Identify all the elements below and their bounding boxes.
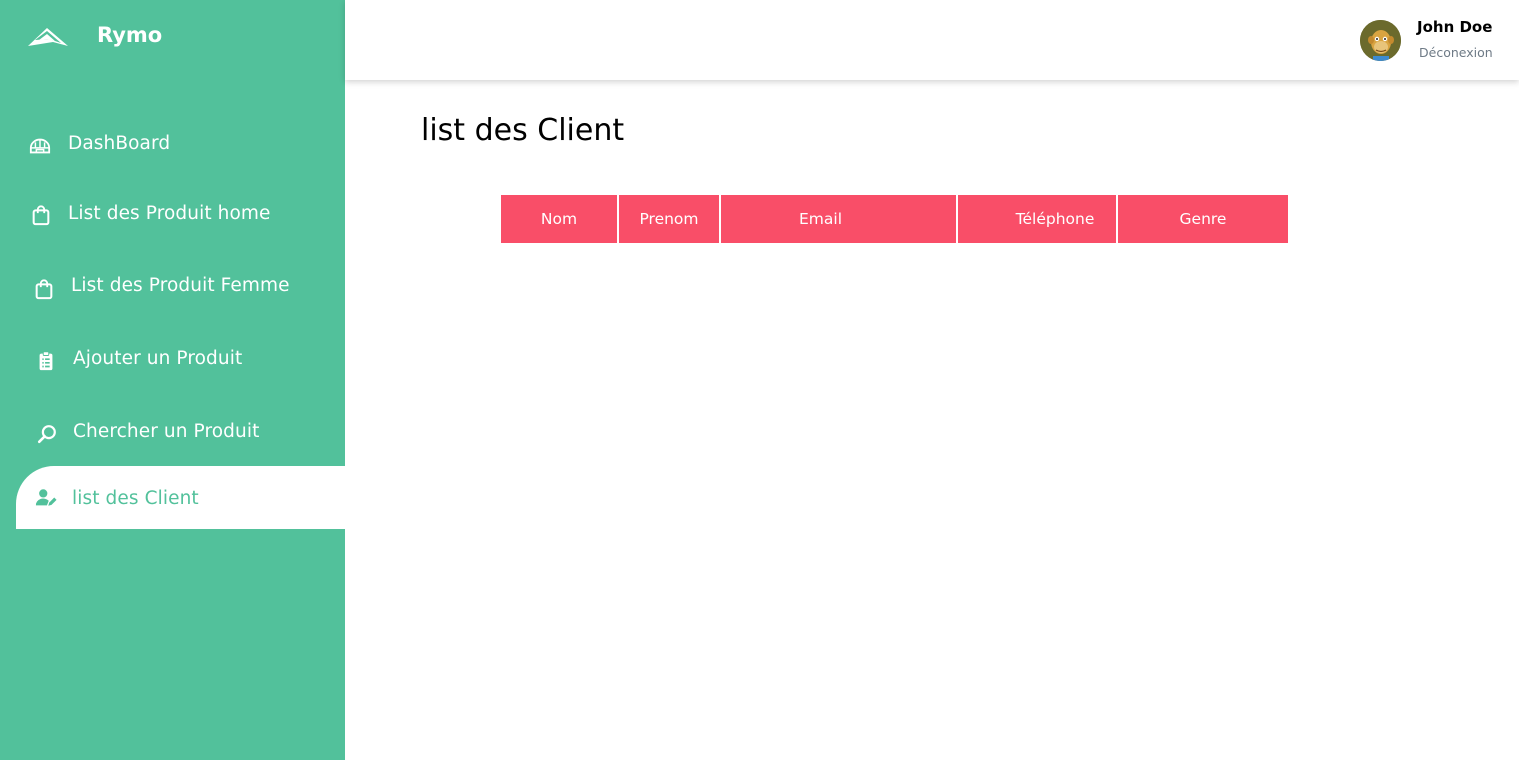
sidebar-item-produit-home[interactable]: List des Produit home: [16, 185, 345, 247]
column-header-nom[interactable]: Nom: [501, 195, 619, 243]
user-name: John Doe: [1417, 18, 1493, 36]
sidebar-item-label: List des Produit home: [68, 203, 271, 224]
page-title: list des Client: [421, 113, 625, 148]
ape-avatar-icon: [1360, 20, 1401, 61]
sidebar-item-label: List des Produit Femme: [71, 275, 290, 296]
user-edit-icon: [35, 487, 57, 509]
paper-plane-logo-icon: [28, 28, 68, 46]
sidebar-item-label: DashBoard: [68, 133, 171, 154]
shopping-bag-icon: [33, 278, 55, 300]
sidebar-item-label: list des Client: [72, 488, 199, 509]
column-header-email[interactable]: Email: [721, 195, 958, 243]
sidebar-item-ajouter-produit[interactable]: Ajouter un Produit: [16, 330, 345, 392]
avatar[interactable]: [1360, 20, 1401, 61]
sidebar-item-produit-femme[interactable]: List des Produit Femme: [16, 257, 345, 319]
igloo-icon: [29, 135, 51, 157]
sidebar: Rymo DashBoard List des Produit home Lis…: [0, 0, 345, 760]
top-header: John Doe Déconexion: [345, 0, 1519, 80]
logout-link[interactable]: Déconexion: [1419, 45, 1493, 60]
column-header-genre[interactable]: Genre: [1118, 195, 1288, 243]
clipboard-list-icon: [35, 350, 57, 372]
sidebar-item-list-client[interactable]: list des Client: [16, 466, 345, 529]
brand-name: Rymo: [97, 23, 163, 47]
brand[interactable]: Rymo: [27, 22, 162, 52]
sidebar-item-dashboard[interactable]: DashBoard: [16, 115, 345, 177]
column-header-telephone[interactable]: Téléphone: [958, 195, 1118, 243]
sidebar-item-label: Ajouter un Produit: [73, 348, 243, 369]
search-icon: [36, 423, 58, 445]
column-header-prenom[interactable]: Prenom: [619, 195, 721, 243]
shopping-bag-icon: [30, 204, 52, 226]
client-table-header: Nom Prenom Email Téléphone Genre: [501, 195, 1288, 243]
sidebar-item-chercher-produit[interactable]: Chercher un Produit: [16, 403, 345, 465]
sidebar-item-label: Chercher un Produit: [73, 421, 260, 442]
